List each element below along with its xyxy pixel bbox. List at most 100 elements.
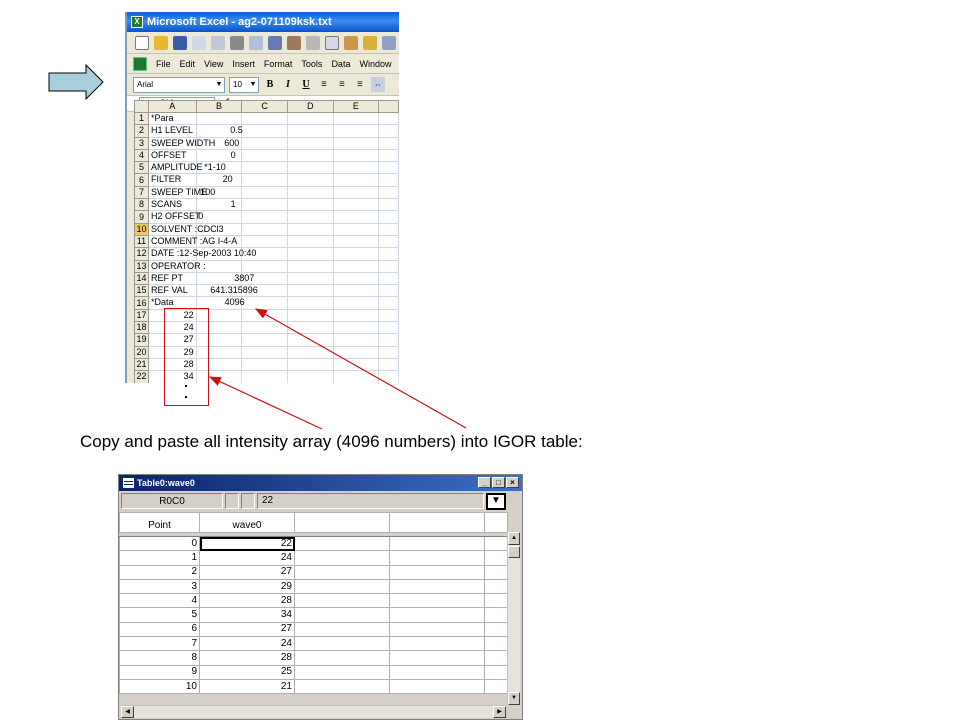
cell[interactable] [378,284,399,298]
cell[interactable] [241,321,288,335]
column-header[interactable]: D [286,100,334,113]
empty-cell[interactable] [294,607,390,623]
email-icon[interactable] [211,35,225,50]
cell[interactable] [332,148,380,163]
cell[interactable] [286,173,334,187]
label-cell[interactable]: OPERATOR : [147,259,206,273]
row-header[interactable]: 16 [134,296,149,310]
empty-cell[interactable] [389,664,485,680]
empty-cell[interactable] [294,621,390,638]
row-header[interactable]: 18 [134,321,149,335]
menu-data[interactable]: Data [331,59,350,69]
column-header[interactable] [378,100,399,113]
cell[interactable] [332,321,380,335]
cell[interactable] [286,136,334,150]
print-preview-icon[interactable] [249,35,263,50]
wave-value-cell[interactable]: 22 [199,535,295,552]
cell[interactable] [378,370,399,383]
label-cell[interactable]: SWEEP WIDTH [147,136,215,150]
cell[interactable] [241,173,288,187]
cell[interactable] [378,222,399,236]
row-header[interactable]: 15 [134,284,149,298]
cell[interactable] [378,357,399,372]
empty-cell[interactable] [389,535,485,552]
row-header[interactable]: 11 [134,234,149,249]
new-icon[interactable] [135,35,149,50]
cell[interactable] [378,247,399,261]
wave-value-cell[interactable]: 28 [199,593,295,609]
cell[interactable] [332,259,380,273]
column-header[interactable]: B [195,100,243,113]
cell[interactable] [241,345,288,359]
empty-cell[interactable] [484,535,508,552]
label-cell[interactable]: OFFSET [147,148,197,163]
row-header[interactable]: 14 [134,271,149,286]
cell[interactable] [332,271,380,286]
accept-entry-button[interactable] [241,493,255,509]
value-cell[interactable]: 3807 [234,271,288,286]
empty-cell[interactable] [484,550,508,566]
excel-title-bar[interactable]: X Microsoft Excel - ag2-071109ksk.txt [127,12,399,32]
row-header[interactable]: 17 [134,308,149,323]
value-cell[interactable]: *1-10 [204,161,288,175]
row-header[interactable]: 8 [134,198,149,212]
bold-icon[interactable]: B [263,77,277,92]
row-header[interactable]: 6 [134,173,149,187]
label-cell[interactable]: *Para [147,111,197,126]
maximize-icon[interactable]: □ [492,477,505,488]
cell[interactable] [378,173,399,187]
row-header[interactable]: 5 [134,161,149,175]
cell[interactable] [332,333,380,347]
cell[interactable] [332,247,380,261]
cell[interactable] [332,124,380,138]
scroll-right-icon[interactable]: ▶ [493,706,506,718]
row-header[interactable]: 4 [134,148,149,163]
cell[interactable] [286,198,334,212]
empty-cell[interactable] [389,593,485,609]
label-cell[interactable]: SCANS [147,198,197,212]
align-right-icon[interactable]: ≡ [353,77,367,92]
cell[interactable] [378,124,399,138]
column-header[interactable]: A [147,100,197,113]
cell[interactable] [241,370,288,383]
entry-value-input[interactable]: 22 [257,493,484,509]
value-cell[interactable]: 0.5 [230,124,288,138]
cell[interactable] [378,148,399,163]
wave-value-cell[interactable]: 24 [199,550,295,566]
row-header[interactable]: 9 [134,210,149,224]
empty-cell[interactable] [294,636,390,652]
cell[interactable] [378,296,399,310]
cell[interactable] [241,357,288,372]
empty-cell[interactable] [389,607,485,623]
scroll-left-icon[interactable]: ◀ [121,706,134,718]
empty-cell[interactable] [389,550,485,566]
label-cell[interactable]: AMPLITUDE [147,161,202,175]
select-all-corner[interactable] [134,100,149,113]
research-icon[interactable] [287,35,301,50]
permission-icon[interactable] [192,35,206,50]
empty-cell[interactable] [294,535,390,552]
value-cell[interactable]: 600 [224,136,288,150]
value-cell[interactable]: 0 [195,148,243,163]
value-cell[interactable]: 1 [195,198,243,212]
scroll-up-icon[interactable]: ▲ [508,532,520,545]
row-header[interactable]: 3 [134,136,149,150]
menu-insert[interactable]: Insert [232,59,255,69]
empty-cell[interactable] [484,621,508,638]
value-cell[interactable]: 0 [198,210,288,224]
cell[interactable] [286,111,334,126]
row-header[interactable]: 19 [134,333,149,347]
open-icon[interactable] [154,35,168,50]
cell[interactable] [378,321,399,335]
wave-value-cell[interactable]: 29 [199,578,295,595]
empty-cell[interactable] [389,650,485,666]
cell[interactable] [286,370,334,383]
label-cell[interactable]: REF VAL [147,284,197,298]
cell[interactable] [332,345,380,359]
cell[interactable] [286,284,334,298]
cell[interactable] [241,333,288,347]
cell[interactable] [332,370,380,383]
cell[interactable] [286,296,334,310]
menu-format[interactable]: Format [264,59,293,69]
cell[interactable] [241,234,288,249]
